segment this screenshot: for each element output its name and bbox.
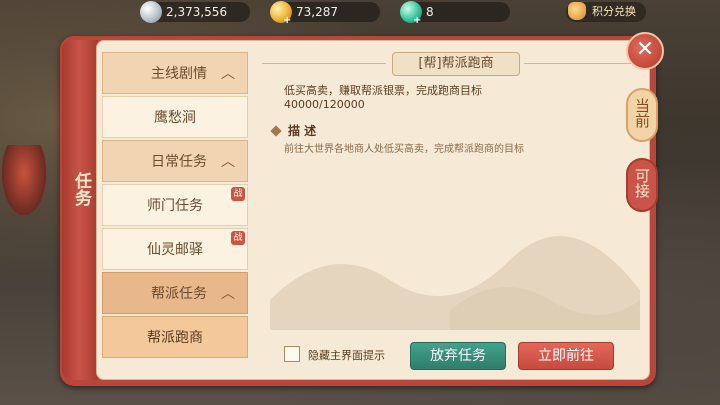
category-daily[interactable]: 日常任务 ︿ xyxy=(102,140,248,182)
category-label: 帮派任务 xyxy=(151,286,207,302)
gold-amount: 73,287 xyxy=(296,5,338,19)
description-heading: 描 述 xyxy=(270,122,317,139)
task-eagle-gorge[interactable]: 鹰愁涧 xyxy=(102,96,248,138)
goal-progress: 40000/120000 xyxy=(284,98,365,111)
category-main-story[interactable]: 主线剧情 ︿ xyxy=(102,52,248,94)
abandon-task-button[interactable]: 放弃任务 xyxy=(410,342,506,370)
task-label: 帮派跑商 xyxy=(147,330,203,346)
description-heading-text: 描 述 xyxy=(288,124,317,138)
plus-icon: + xyxy=(413,15,422,26)
jade-currency[interactable]: + 8 xyxy=(400,1,510,26)
tab-current[interactable]: 当前 xyxy=(626,88,658,142)
battle-badge: 战 xyxy=(231,231,245,245)
silver-amount: 2,373,556 xyxy=(166,5,228,19)
chevron-up-icon: ︿ xyxy=(221,286,235,302)
window-title: 任务 xyxy=(66,172,94,216)
battle-badge: 战 xyxy=(231,187,245,201)
task-guild-trade[interactable]: 帮派跑商 xyxy=(102,316,248,358)
goal-text: 低买高卖，赚取帮派银票，完成跑商目标 xyxy=(284,84,482,97)
task-list: 主线剧情 ︿ 鹰愁涧 日常任务 ︿ 师门任务 战 仙灵邮驿 战 帮派任务 ︿ 帮… xyxy=(102,46,248,376)
ink-landscape-decoration xyxy=(270,236,640,330)
money-bag-icon xyxy=(568,2,586,20)
plus-icon: + xyxy=(283,15,292,26)
jade-amount: 8 xyxy=(426,5,434,19)
task-title: [帮]帮派跑商 xyxy=(392,52,520,76)
diamond-icon xyxy=(270,125,282,137)
hide-hint-checkbox[interactable] xyxy=(284,346,300,362)
task-label: 鹰愁涧 xyxy=(154,110,196,126)
task-goal: 低买高卖，赚取帮派银票，完成跑商目标 40000/120000 xyxy=(284,84,624,112)
category-label: 主线剧情 xyxy=(151,66,207,82)
task-label: 仙灵邮驿 xyxy=(147,242,203,258)
close-icon[interactable]: ✕ xyxy=(626,32,664,70)
category-label: 日常任务 xyxy=(151,154,207,170)
window-title-text: 任务 xyxy=(71,172,91,206)
player-character xyxy=(2,145,46,215)
silver-currency[interactable]: 2,373,556 xyxy=(140,1,250,23)
points-exchange-button[interactable]: 积分兑换 xyxy=(566,2,646,22)
tab-accept[interactable]: 可接 xyxy=(626,158,658,212)
task-label: 师门任务 xyxy=(147,198,203,214)
category-guild[interactable]: 帮派任务 ︿ xyxy=(102,272,248,314)
task-spirit-post[interactable]: 仙灵邮驿 战 xyxy=(102,228,248,270)
task-description: 前往大世界各地商人处低买高卖，完成帮派跑商的目标 xyxy=(284,144,524,155)
tab-current-label: 当前 xyxy=(633,98,651,128)
title-divider-left xyxy=(262,63,386,64)
task-sect-mission[interactable]: 师门任务 战 xyxy=(102,184,248,226)
chevron-up-icon: ︿ xyxy=(221,66,235,82)
silver-coin-icon xyxy=(140,1,162,23)
tab-accept-label: 可接 xyxy=(633,168,651,198)
chevron-up-icon: ︿ xyxy=(221,154,235,170)
exchange-label: 积分兑换 xyxy=(592,5,636,18)
gold-currency[interactable]: + 73,287 xyxy=(270,1,380,26)
hide-hint-label: 隐藏主界面提示 xyxy=(308,349,385,362)
go-now-button[interactable]: 立即前往 xyxy=(518,342,614,370)
title-divider-right xyxy=(524,63,634,64)
currency-bar: 2,373,556 + 73,287 + 8 积分兑换 xyxy=(0,0,720,26)
